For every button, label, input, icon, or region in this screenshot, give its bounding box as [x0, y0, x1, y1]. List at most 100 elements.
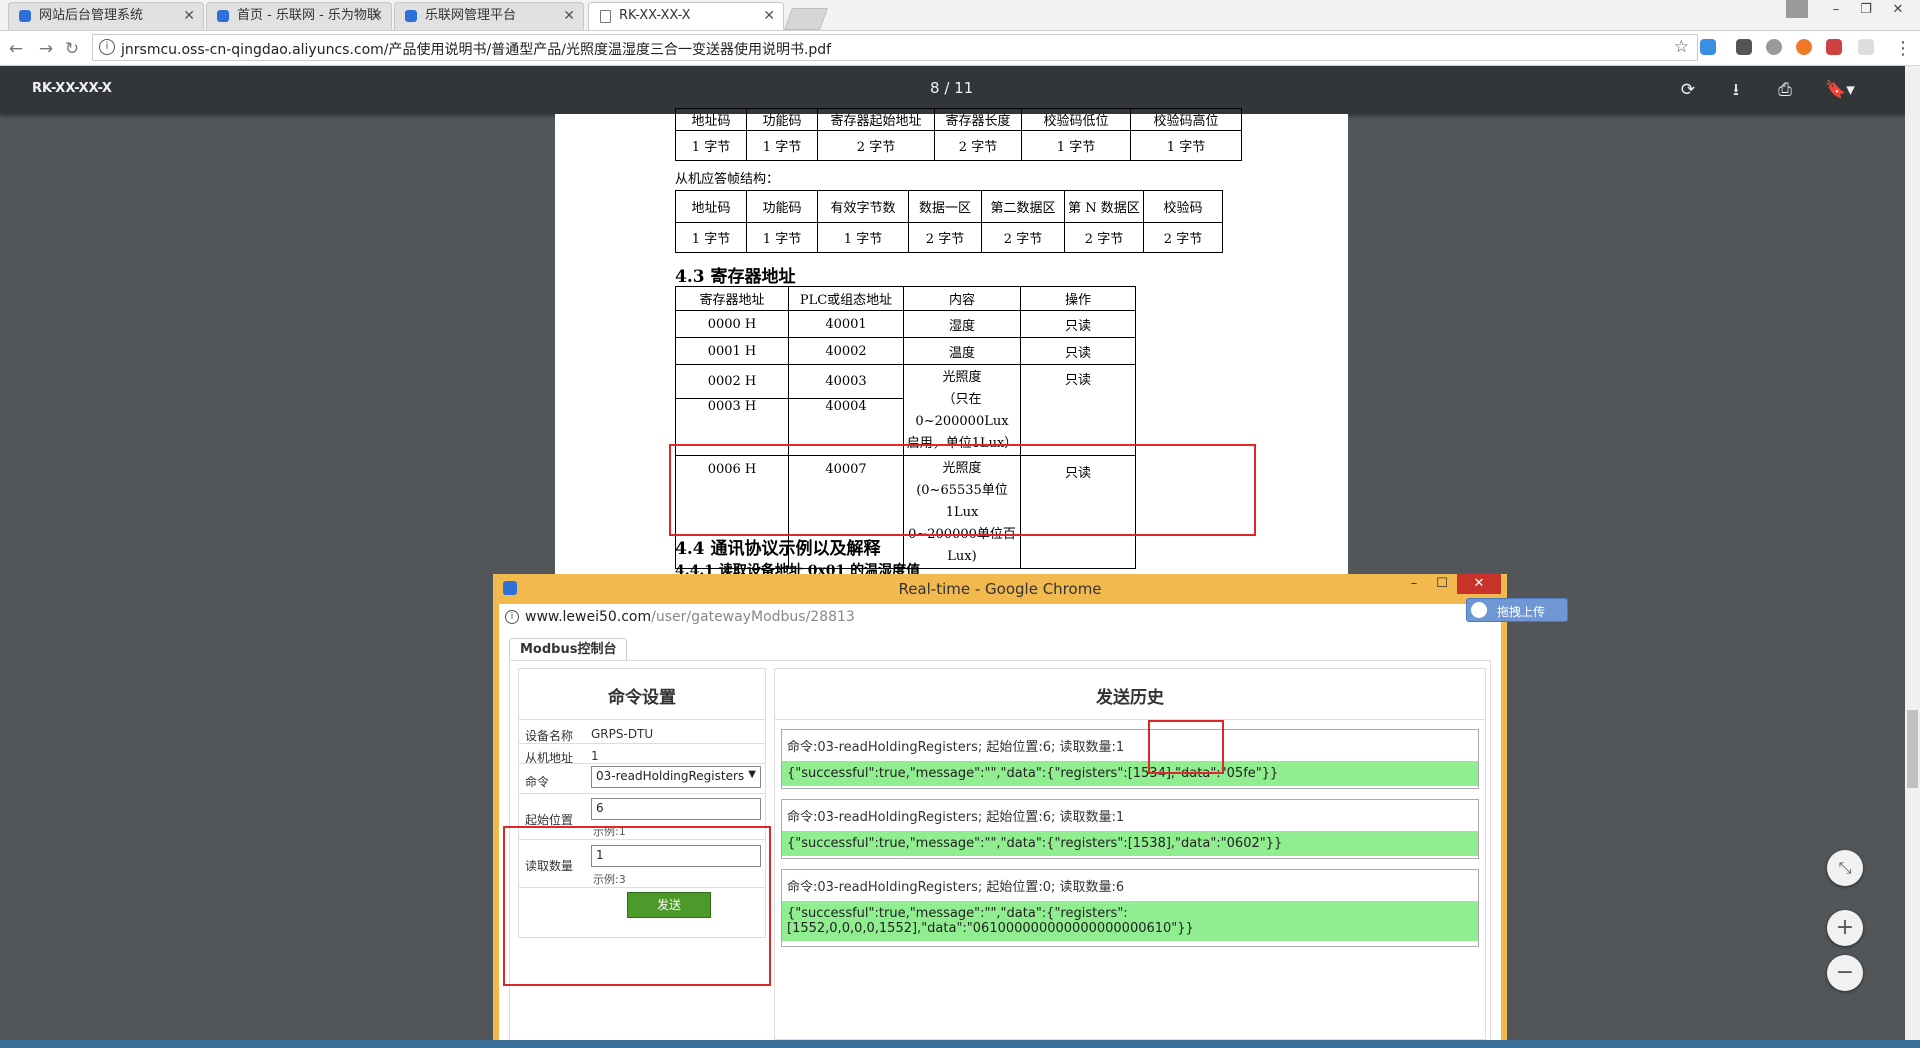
browser-tab-strip: 网站后台管理系统 ✕ 首页 - 乐联网 - 乐为物联 ✕ 乐联网管理平台 ✕ R… — [0, 0, 1920, 31]
history-response: {"successful":true,"message":"","data":{… — [782, 761, 1478, 786]
divider — [519, 763, 765, 764]
table-cell: 功能码 — [746, 190, 818, 223]
tab-admin-system[interactable]: 网站后台管理系统 ✕ — [8, 2, 204, 30]
popup-window: Real-time - Google Chrome – ☐ ✕ i www.le… — [493, 574, 1507, 1048]
pdf-page: 地址码 功能码 寄存器起始地址 寄存器长度 校验码低位 校验码高位 1 字节 1… — [555, 108, 1348, 574]
tab-strip: Modbus控制台 — [509, 636, 1491, 662]
star-icon[interactable]: ☆ — [1674, 37, 1689, 57]
close-icon[interactable]: ✕ — [371, 3, 383, 29]
table-cell: 1 字节 — [746, 222, 818, 253]
rotate-icon[interactable]: ⟳ — [1676, 78, 1700, 102]
extension-icon[interactable] — [1826, 39, 1842, 55]
close-window-icon[interactable]: ✕ — [1457, 574, 1501, 594]
back-icon[interactable]: ← — [6, 39, 26, 59]
url-input[interactable]: i jnrsmcu.oss-cn-qingdao.aliyuncs.com/产品… — [92, 34, 1698, 61]
minimize-icon[interactable]: – — [1401, 574, 1427, 594]
pdf-toolbar: RK-XX-XX-X 8 / 11 ⟳ ⭳ ⎙ 🔖▾ — [0, 66, 1905, 114]
fit-page-icon[interactable]: ⤡ — [1827, 850, 1863, 886]
section-4-3-heading: 4.3 寄存器地址 — [675, 267, 796, 287]
section-4-4-heading: 4.4 通讯协议示例以及解释 — [675, 539, 881, 559]
user-icon[interactable] — [1786, 0, 1808, 18]
start-position-input[interactable]: 6 — [591, 798, 761, 820]
scrollbar[interactable] — [1905, 66, 1920, 1048]
table-header: 操作 — [1020, 286, 1136, 311]
close-window-icon[interactable]: ✕ — [1884, 0, 1912, 20]
table-cell: 1 字节 — [675, 222, 747, 253]
table-cell: 寄存器起始地址 — [817, 108, 935, 131]
close-icon[interactable]: ✕ — [763, 3, 775, 29]
table-cell: 温度 — [903, 337, 1021, 365]
table-cell: 1 字节 — [675, 130, 747, 161]
tab-label: 网站后台管理系统 — [39, 8, 144, 23]
table-cell: 光照度 （只在0~200000Lux 启用，单位1Lux） — [903, 364, 1021, 456]
highlight-box — [503, 826, 771, 986]
maximize-icon[interactable]: ☐ — [1429, 574, 1455, 594]
page-indicator: 8 / 11 — [930, 79, 974, 97]
table-cell: 第二数据区 — [981, 190, 1065, 223]
tab-modbus-console[interactable]: Modbus控制台 — [509, 638, 628, 662]
share-icon — [19, 10, 31, 22]
table-cell: 只读 — [1020, 337, 1136, 365]
page-current[interactable]: 8 — [930, 79, 940, 97]
table-cell: 0001 H — [675, 337, 789, 365]
extension-icon[interactable] — [1858, 39, 1874, 55]
close-icon[interactable]: ✕ — [563, 3, 575, 29]
reload-icon[interactable]: ↻ — [62, 39, 82, 59]
table-cell: 40003 — [788, 364, 904, 399]
forward-icon[interactable]: → — [36, 39, 56, 59]
extension-icon[interactable] — [1766, 39, 1782, 55]
tab-lewei-home[interactable]: 首页 - 乐联网 - 乐为物联 ✕ — [206, 2, 392, 30]
table-header: PLC或组态地址 — [788, 286, 904, 311]
download-icon[interactable]: ⭳ — [1724, 78, 1748, 102]
zoom-in-button[interactable]: + — [1827, 910, 1863, 946]
table-cell: 2 字节 — [908, 222, 982, 253]
menu-icon[interactable]: ⋮ — [1894, 38, 1912, 59]
history-command: 命令:03-readHoldingRegisters; 起始位置:0; 读取数量… — [787, 880, 1125, 895]
extension-icon[interactable] — [1700, 39, 1716, 55]
tab-label: RK-XX-XX-X — [619, 8, 691, 23]
tab-pdf[interactable]: RK-XX-XX-X ✕ — [588, 2, 784, 30]
table-cell: 1 字节 — [746, 130, 818, 161]
dropdown-arrow-icon: ▼ — [748, 769, 756, 780]
history-command: 命令:03-readHoldingRegisters; 起始位置:6; 读取数量… — [787, 810, 1125, 825]
tab-label: 首页 - 乐联网 - 乐为物联 — [237, 8, 380, 23]
zoom-out-button[interactable]: − — [1827, 955, 1863, 991]
new-tab-button[interactable] — [783, 8, 829, 30]
restore-icon[interactable]: ❐ — [1852, 0, 1880, 20]
table-cell: 地址码 — [675, 190, 747, 223]
table-cell: 只读 — [1020, 310, 1136, 338]
popup-url: www.lewei50.com/user/gatewayModbus/28813 — [525, 609, 855, 625]
send-history-panel: 发送历史 命令:03-readHoldingRegisters; 起始位置:6;… — [774, 668, 1486, 1040]
scrollbar-thumb[interactable] — [1907, 710, 1918, 788]
command-select[interactable]: 03-readHoldingRegisters ▼ — [591, 766, 761, 788]
tab-label: 乐联网管理平台 — [425, 8, 517, 23]
print-icon[interactable]: ⎙ — [1773, 78, 1797, 102]
extension-icon[interactable] — [1796, 39, 1812, 55]
table-cell: 只读 — [1020, 364, 1136, 456]
table-cell: 40001 — [788, 310, 904, 338]
close-icon[interactable]: ✕ — [183, 3, 195, 29]
table-cell: 寄存器长度 — [934, 108, 1022, 131]
response-frame-table: 地址码 功能码 有效字节数 数据一区 第二数据区 第 N 数据区 校验码 1 字… — [675, 190, 1223, 253]
info-icon[interactable]: i — [505, 610, 519, 624]
popup-titlebar: Real-time - Google Chrome – ☐ ✕ — [493, 574, 1507, 604]
divider — [775, 719, 1485, 720]
popup-address-bar: i www.lewei50.com/user/gatewayModbus/288… — [499, 604, 1501, 630]
info-icon[interactable]: i — [99, 39, 115, 55]
upload-badge[interactable]: 拖拽上传 — [1466, 598, 1568, 622]
minimize-icon[interactable]: – — [1822, 0, 1850, 20]
history-entry: 命令:03-readHoldingRegisters; 起始位置:6; 读取数量… — [781, 729, 1479, 789]
divider — [519, 793, 765, 794]
url-text: jnrsmcu.oss-cn-qingdao.aliyuncs.com/产品使用… — [121, 42, 832, 58]
table-cell: 1 字节 — [1130, 130, 1242, 161]
slave-frame-label: 从机应答帧结构： — [675, 172, 780, 187]
bookmark-icon[interactable]: 🔖▾ — [1822, 78, 1858, 102]
table-header: 寄存器地址 — [675, 286, 789, 311]
cloud-icon — [1471, 602, 1487, 618]
extension-icon[interactable] — [1736, 39, 1752, 55]
divider — [519, 719, 765, 720]
table-cell: 40002 — [788, 337, 904, 365]
highlight-box — [669, 444, 1256, 536]
command-label: 命令 — [525, 775, 550, 789]
tab-lewei-platform[interactable]: 乐联网管理平台 ✕ — [394, 2, 584, 30]
